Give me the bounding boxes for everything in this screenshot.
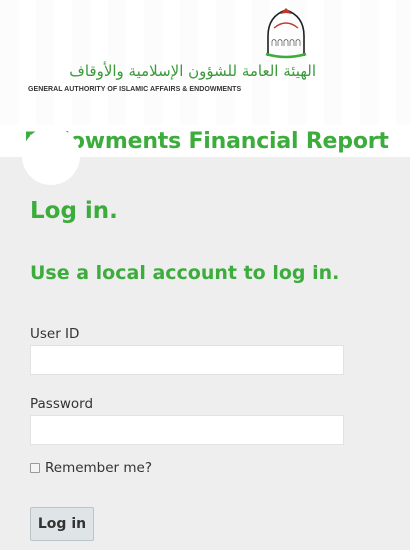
remember-me-row[interactable]: Remember me? <box>30 460 152 476</box>
password-label: Password <box>30 396 94 412</box>
remember-me-label: Remember me? <box>45 460 153 476</box>
login-panel: Log in. Use a local account to log in. U… <box>0 127 410 550</box>
organization-name-english: GENERAL AUTHORITY OF ISLAMIC AFFAIRS & E… <box>28 86 242 93</box>
remember-me-checkbox[interactable] <box>30 463 40 473</box>
mosque-dome-icon <box>265 8 307 59</box>
password-input[interactable] <box>30 415 344 445</box>
login-button[interactable]: Log in <box>30 507 94 541</box>
user-id-input[interactable] <box>30 345 344 375</box>
page-title: Log in. <box>30 198 118 224</box>
panel-curve-decoration <box>22 127 80 185</box>
organization-name-arabic: الهيئة العامة للشؤون الإسلامية والأوقاف <box>69 62 316 80</box>
user-id-label: User ID <box>30 326 80 342</box>
login-subtitle: Use a local account to log in. <box>30 262 340 284</box>
